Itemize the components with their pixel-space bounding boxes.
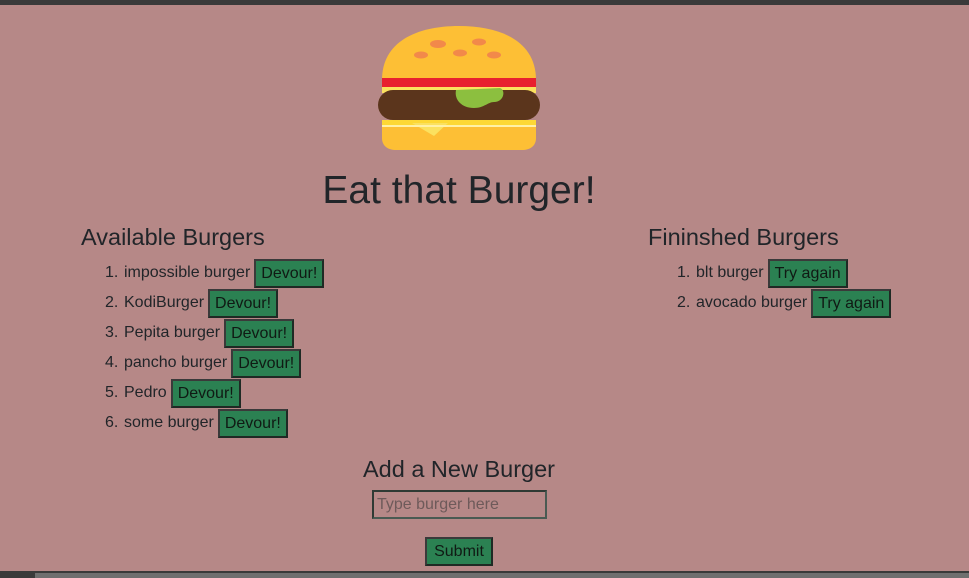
burger-name-input[interactable]	[372, 490, 547, 519]
devour-button[interactable]: Devour!	[254, 258, 325, 288]
burger-name: KodiBurger	[124, 294, 205, 311]
burger-name: some burger	[124, 414, 214, 431]
list-item: 2. KodiBurger Devour!	[105, 288, 324, 318]
burger-name: Pedro	[124, 384, 167, 401]
list-item: 5. Pedro Devour!	[105, 378, 324, 408]
list-item: 1. impossible burger Devour!	[105, 258, 325, 288]
item-number: 1.	[677, 264, 691, 281]
burger-name: Pepita burger	[124, 324, 221, 341]
try-again-button[interactable]: Try again	[811, 288, 892, 318]
item-number: 2.	[677, 294, 691, 311]
finished-burgers-title: Fininshed Burgers	[648, 224, 839, 250]
item-number: 1.	[105, 264, 119, 281]
item-number: 2.	[105, 294, 119, 311]
burger-name: blt burger	[696, 264, 764, 281]
devour-button[interactable]: Devour!	[208, 288, 279, 318]
item-number: 4.	[105, 354, 119, 371]
submit-button[interactable]: Submit	[425, 537, 493, 566]
devour-button[interactable]: Devour!	[231, 348, 302, 378]
try-again-button[interactable]: Try again	[767, 258, 848, 288]
available-burgers-title: Available Burgers	[81, 224, 265, 250]
burger-icon	[378, 26, 540, 150]
burger-name: pancho burger	[124, 354, 228, 371]
devour-button[interactable]: Devour!	[217, 408, 288, 438]
burger-name: impossible burger	[124, 264, 251, 281]
add-burger-title: Add a New Burger	[362, 456, 556, 482]
burger-name: avocado burger	[696, 294, 808, 311]
devour-button[interactable]: Devour!	[224, 318, 295, 348]
list-item: 4. pancho burger Devour!	[105, 348, 324, 378]
item-number: 5.	[105, 384, 119, 401]
list-item: 2. avocado burger Try again	[677, 288, 892, 318]
list-item: 6. some burger Devour!	[105, 408, 324, 438]
list-item: 3. Pepita burger Devour!	[105, 318, 324, 348]
horizontal-scrollbar[interactable]	[35, 573, 969, 578]
window-top-bar	[0, 0, 969, 5]
item-number: 3.	[105, 324, 119, 341]
list-item: 1. blt burger Try again	[677, 258, 891, 288]
page-title: Eat that Burger!	[322, 169, 596, 212]
devour-button[interactable]: Devour!	[170, 378, 241, 408]
finished-burgers-list: 1. blt burger Try again 2. avocado burge…	[677, 258, 892, 318]
available-burgers-list: 1. impossible burger Devour! 2. KodiBurg…	[105, 258, 325, 438]
item-number: 6.	[105, 414, 119, 431]
